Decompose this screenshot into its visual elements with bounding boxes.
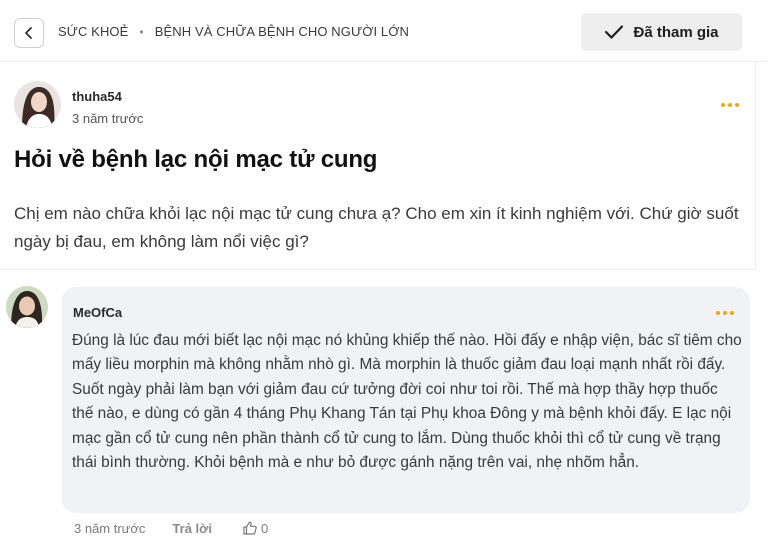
breadcrumb: SỨC KHOẺ • BỆNH VÀ CHỮA BỆNH CHO NGƯỜI L…	[58, 24, 409, 39]
joined-button-label: Đã tham gia	[633, 23, 719, 41]
thumbs-up-icon	[243, 521, 257, 535]
comment-more-options-icon[interactable]	[716, 311, 734, 315]
comment-body: Đúng là lúc đau mới biết lạc nội mạc nó …	[72, 332, 742, 472]
author-avatar[interactable]	[14, 81, 61, 128]
post-more-options-icon[interactable]	[721, 103, 739, 107]
top-bar: SỨC KHOẺ • BỆNH VÀ CHỮA BỆNH CHO NGƯỜI L…	[0, 0, 768, 62]
comment-author-name[interactable]: MeOfCa	[73, 305, 122, 320]
like-count: 0	[261, 520, 269, 536]
breadcrumb-item-health[interactable]: SỨC KHOẺ	[58, 24, 128, 39]
post-timestamp: 3 năm trước	[72, 111, 144, 126]
post-author-name[interactable]: thuha54	[72, 89, 122, 104]
check-icon	[605, 25, 624, 39]
joined-button[interactable]: Đã tham gia	[581, 13, 742, 51]
comment-timestamp: 3 năm trước	[74, 520, 146, 536]
breadcrumb-separator: •	[139, 24, 144, 39]
like-button[interactable]: 0	[242, 520, 268, 536]
reply-button[interactable]: Trả lời	[172, 521, 212, 536]
back-button[interactable]	[14, 18, 44, 48]
post-card: thuha54 3 năm trước Hỏi về bệnh lạc nội …	[0, 63, 756, 270]
post-title: Hỏi về bệnh lạc nội mạc tử cung	[14, 146, 378, 173]
comment-bubble: MeOfCa Đúng là lúc đau mới biết lạc nội …	[62, 287, 750, 513]
chevron-left-icon	[25, 27, 32, 39]
breadcrumb-item-category[interactable]: BỆNH VÀ CHỮA BỆNH CHO NGƯỜI LỚN	[155, 24, 409, 39]
commenter-avatar[interactable]	[6, 286, 48, 328]
post-body: Chị em nào chữa khỏi lạc nội mạc tử cung…	[14, 204, 739, 251]
comment-meta: 3 năm trước Trả lời 0	[74, 520, 268, 536]
